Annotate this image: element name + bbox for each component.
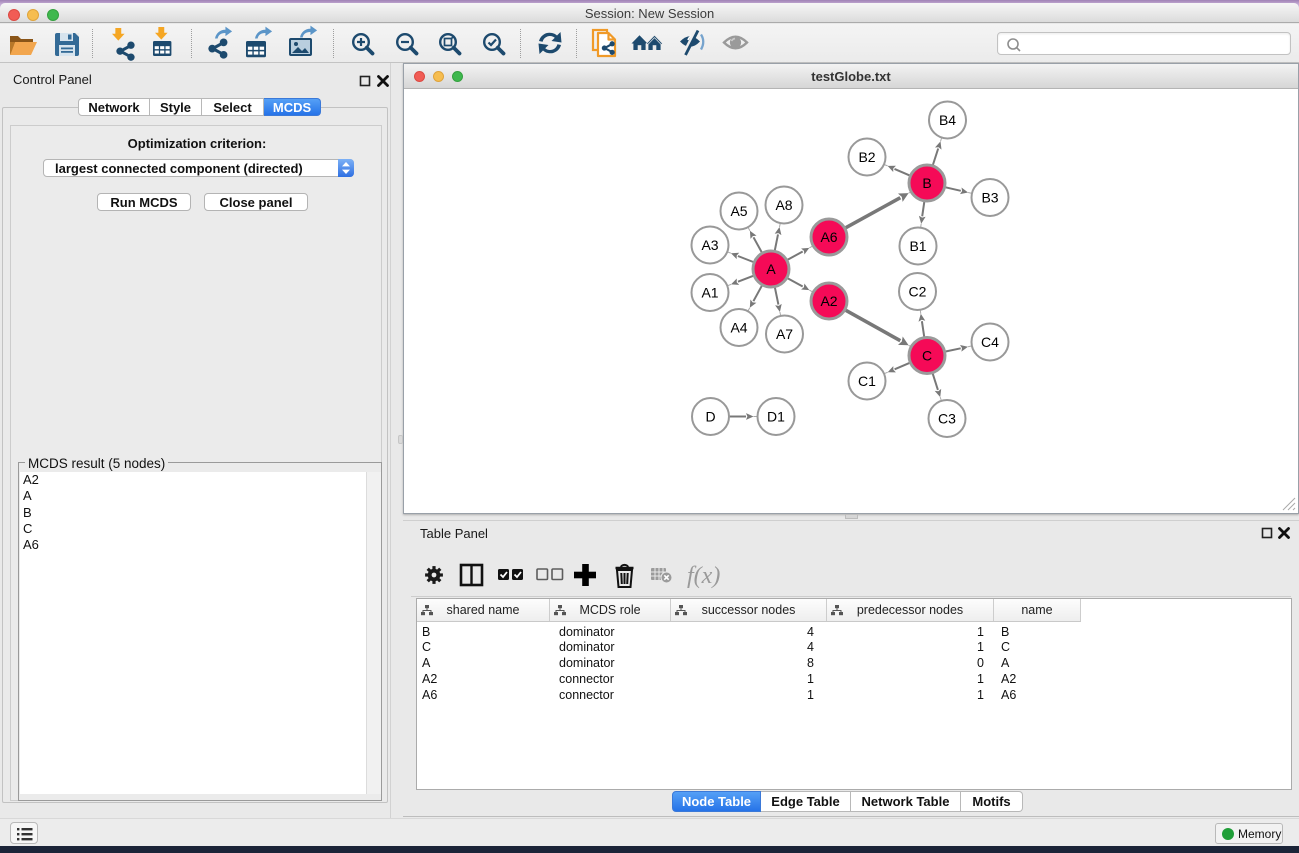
svg-text:B3: B3 <box>981 189 998 205</box>
svg-text:A2: A2 <box>820 293 837 309</box>
svg-text:B: B <box>922 175 931 191</box>
svg-text:B4: B4 <box>939 112 956 128</box>
svg-text:A7: A7 <box>776 326 793 342</box>
svg-text:C3: C3 <box>938 410 956 426</box>
svg-text:A5: A5 <box>730 203 747 219</box>
svg-text:C: C <box>922 347 932 363</box>
svg-text:C1: C1 <box>858 373 876 389</box>
svg-text:D1: D1 <box>767 408 785 424</box>
svg-text:A4: A4 <box>730 319 747 335</box>
svg-text:B1: B1 <box>909 238 926 254</box>
svg-text:C4: C4 <box>981 334 999 350</box>
svg-text:D: D <box>705 408 715 424</box>
svg-text:A6: A6 <box>820 229 837 245</box>
svg-text:A1: A1 <box>701 284 718 300</box>
svg-text:B2: B2 <box>858 149 875 165</box>
svg-text:A: A <box>766 261 776 277</box>
svg-text:f(x): f(x) <box>687 563 720 589</box>
svg-text:A8: A8 <box>775 197 792 213</box>
svg-text:A3: A3 <box>701 237 718 253</box>
svg-text:C2: C2 <box>909 283 927 299</box>
